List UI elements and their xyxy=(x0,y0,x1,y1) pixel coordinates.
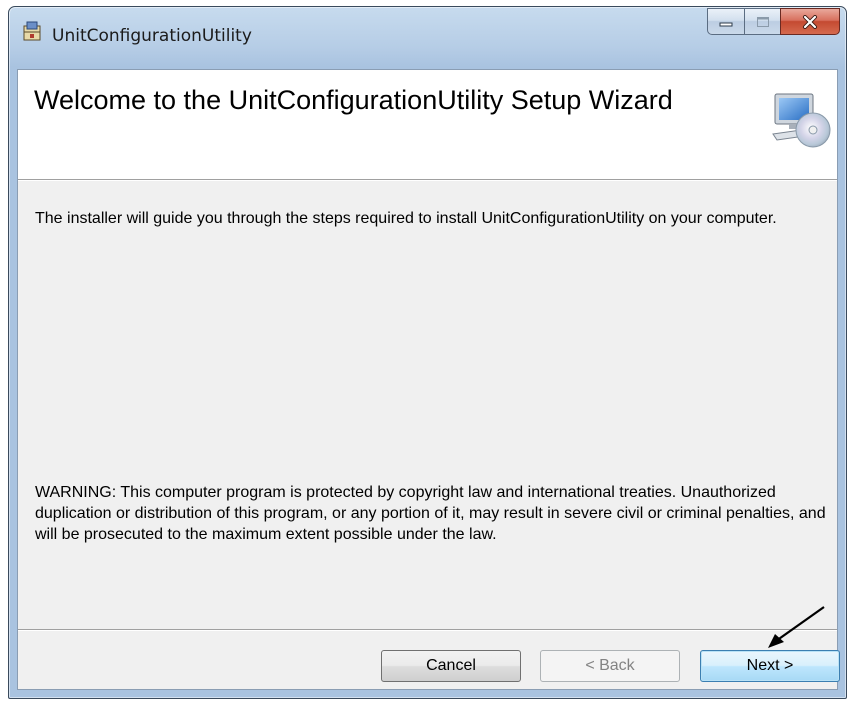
wizard-header: Welcome to the UnitConfigurationUtility … xyxy=(18,70,837,179)
maximize-button[interactable] xyxy=(744,8,780,35)
intro-text: The installer will guide you through the… xyxy=(35,210,777,227)
title-bar[interactable]: UnitConfigurationUtility xyxy=(9,7,846,69)
minimize-button[interactable] xyxy=(707,8,744,35)
minimize-icon xyxy=(719,22,733,26)
window-title: UnitConfigurationUtility xyxy=(52,26,252,46)
cancel-button[interactable]: Cancel xyxy=(381,650,521,682)
window-controls xyxy=(707,8,840,35)
back-button[interactable]: < Back xyxy=(540,650,680,682)
installer-app-icon xyxy=(23,21,41,41)
maximize-icon xyxy=(756,16,769,27)
installer-window: UnitConfigurationUtility Welcome to the … xyxy=(8,6,847,699)
close-icon xyxy=(803,14,817,29)
copyright-warning: WARNING: This computer program is protec… xyxy=(35,484,826,543)
wizard-client-area: Welcome to the UnitConfigurationUtility … xyxy=(17,69,840,690)
header-separator xyxy=(18,179,837,181)
wizard-title: Welcome to the UnitConfigurationUtility … xyxy=(34,85,673,115)
footer-separator xyxy=(18,629,837,631)
next-button[interactable]: Next > xyxy=(700,650,840,682)
arrow-pointer-icon xyxy=(768,606,825,648)
close-button[interactable] xyxy=(780,8,840,35)
computer-cd-icon xyxy=(772,93,831,148)
